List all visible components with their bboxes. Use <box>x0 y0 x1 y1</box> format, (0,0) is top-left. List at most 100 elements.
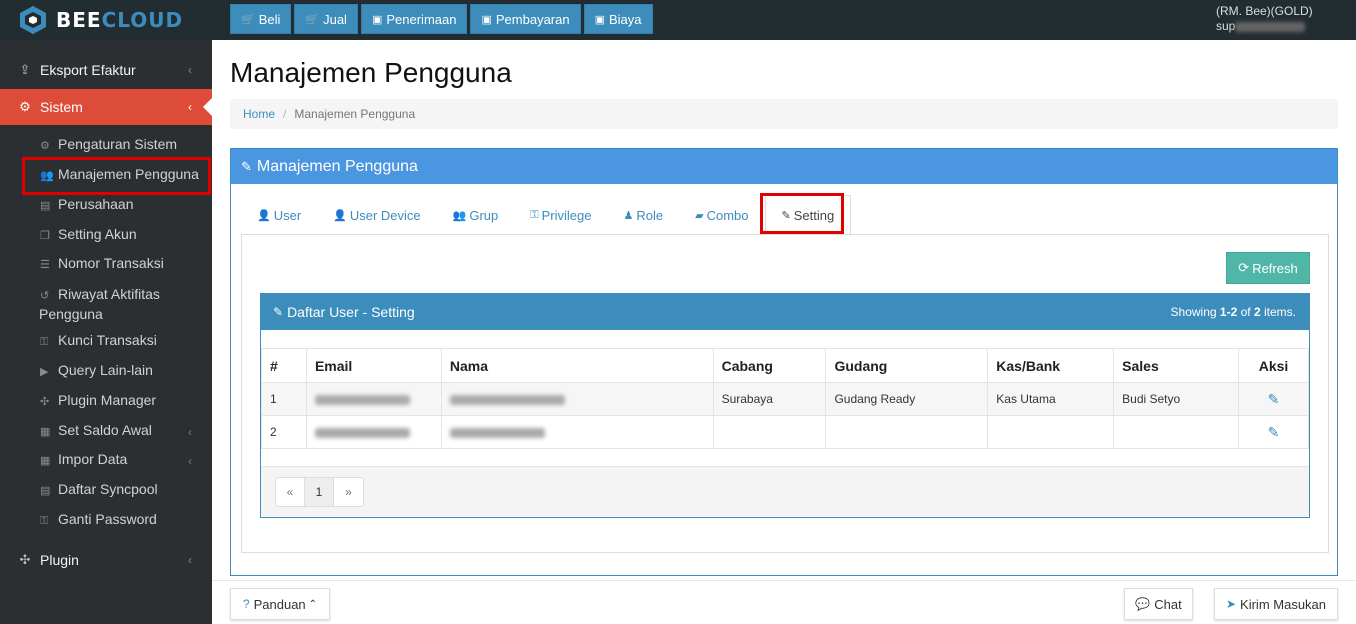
main-content: Manajemen Pengguna Home / Manajemen Peng… <box>212 40 1356 624</box>
breadcrumb-current: Manajemen Pengguna <box>294 107 416 121</box>
nav-penerimaan-button[interactable]: ▣ Penerimaan <box>360 4 468 34</box>
key-icon: ⚿ <box>40 515 49 527</box>
tab-grup[interactable]: 👥 Grup <box>437 195 515 235</box>
tab-content-setting: ⟳ Refresh ✎ Daftar User - Setting Showing … <box>241 234 1329 553</box>
top-nav-buttons: 🛒 Beli 🛒 Jual ▣ Penerimaan ▣ Pembayaran ▣ Bia… <box>230 4 653 34</box>
sidebar-sub-kunci-transaksi[interactable]: ⚿ Kunci Transaksi <box>0 332 212 349</box>
cell-aksi: ✎ <box>1238 415 1309 449</box>
money-icon: ▣ <box>371 13 383 26</box>
table-row: 1 Surabaya Gudang Ready Kas Utama Budi S… <box>261 382 1309 416</box>
col-header-no[interactable]: # <box>261 348 307 383</box>
sidebar-item-eksport-efaktur[interactable]: ⇪ Eksport Efaktur ‹ <box>0 57 212 83</box>
users-icon: 👥 <box>452 209 467 222</box>
col-header-kas-bank[interactable]: Kas/Bank <box>987 348 1115 383</box>
chevron-left-icon: ‹ <box>188 425 192 439</box>
sidebar-sub-nomor-transaksi[interactable]: ☰ Nomor Transaksi <box>0 255 212 271</box>
user-tie-icon: ♟ <box>623 209 634 222</box>
edit-icon: ✎ <box>273 305 284 319</box>
cell-no: 2 <box>261 415 307 449</box>
col-header-cabang[interactable]: Cabang <box>712 348 827 383</box>
cell-cabang <box>712 415 827 449</box>
cell-kas-bank <box>987 415 1115 449</box>
list-icon: ☰ <box>40 259 50 271</box>
cart-icon: 🛒 <box>305 13 320 26</box>
cell-email <box>305 382 442 416</box>
user-name: sup <box>1216 19 1313 34</box>
col-header-gudang[interactable]: Gudang <box>825 348 989 383</box>
cell-sales: Budi Setyo <box>1113 382 1239 416</box>
chat-button[interactable]: 💬 Chat <box>1124 588 1193 620</box>
top-navbar: BEECLOUD 🛒 Beli 🛒 Jual ▣ Penerimaan ▣ Pembay… <box>0 0 1356 40</box>
chevron-left-icon: ‹ <box>188 454 192 468</box>
sidebar-sub-perusahaan[interactable]: ▤ Perusahaan <box>0 196 212 212</box>
user-icon: 👤 <box>257 209 271 222</box>
nav-biaya-button[interactable]: ▣ Biaya <box>583 4 653 34</box>
refresh-button[interactable]: ⟳ Refresh <box>1226 252 1310 284</box>
col-header-aksi: Aksi <box>1238 348 1309 383</box>
page-title: Manajemen Pengguna <box>230 57 512 88</box>
sidebar-sub-plugin-manager[interactable]: ✣ Plugin Manager <box>0 392 212 408</box>
breadcrumb-home-link[interactable]: Home <box>243 107 275 121</box>
user-setting-list: ✎ Daftar User - Setting Showing 1-2 of 2 … <box>260 293 1310 518</box>
user-management-panel: ✎ Manajemen Pengguna 👤 User 👤 User Device 👥… <box>230 148 1338 576</box>
user-menu[interactable]: (RM. Bee)(GOLD) sup <box>1216 4 1313 34</box>
edit-pencil-icon[interactable]: ✎ <box>1268 391 1280 407</box>
pencil-icon: ✎ <box>241 158 252 174</box>
money-icon: ▣ <box>481 13 492 26</box>
sidebar-item-plugin[interactable]: ✣ Plugin ‹ <box>0 547 212 573</box>
sidebar-sub-daftar-syncpool[interactable]: ▤ Daftar Syncpool <box>0 481 212 497</box>
gear-icon: ⚙ <box>40 140 50 152</box>
gears-icon: ⚙ <box>19 99 31 114</box>
brand-name: BEECLOUD <box>56 8 184 32</box>
user-setting-table: # Email Nama Cabang Gudang Kas/Bank Sale… <box>261 348 1309 449</box>
col-header-sales[interactable]: Sales <box>1113 348 1239 383</box>
cell-nama <box>440 382 714 416</box>
play-icon: ▶ <box>40 366 49 378</box>
sidebar: ⇪ Eksport Efaktur ‹ ⚙ Sistem ‹ ⚙ Pengaturan S… <box>0 40 212 624</box>
sidebar-sub-ganti-password[interactable]: ⚿ Ganti Password <box>0 511 212 528</box>
col-header-email[interactable]: Email <box>305 348 442 383</box>
sidebar-sub-setting-akun[interactable]: ❐ Setting Akun <box>0 226 212 242</box>
sidebar-sub-set-saldo-awal[interactable]: ▦ Set Saldo Awal ‹ <box>0 422 212 439</box>
history-icon: ↺ <box>40 290 50 302</box>
brand-logo[interactable]: BEECLOUD <box>0 0 212 40</box>
pagination-prev[interactable]: « <box>276 478 305 506</box>
col-header-nama[interactable]: Nama <box>440 348 714 383</box>
sidebar-item-sistem[interactable]: ⚙ Sistem ‹ <box>0 89 212 125</box>
highlight-setting-tab <box>760 193 844 234</box>
tab-user-device[interactable]: 👤 User Device <box>317 195 437 235</box>
building-icon: ▤ <box>40 200 51 212</box>
paper-plane-icon: ➤ <box>1225 597 1237 611</box>
bottom-bar: ? Panduan ⌃ 💬 Chat ➤ Kirim Masukan <box>212 580 1356 624</box>
sidebar-sub-impor-data[interactable]: ▦ Impor Data ‹ <box>0 451 212 468</box>
sidebar-sub-query-lain-lain[interactable]: ▶ Query Lain-lain <box>0 362 212 378</box>
cell-kas-bank: Kas Utama <box>987 382 1115 416</box>
nav-beli-button[interactable]: 🛒 Beli <box>230 4 292 34</box>
showing-summary: Showing 1-2 of 2 items. <box>1170 305 1296 319</box>
refresh-icon: ⟳ <box>1238 260 1250 275</box>
pagination: « 1 » <box>275 477 364 507</box>
cell-gudang: Gudang Ready <box>825 382 989 416</box>
breadcrumb-separator: / <box>283 107 287 121</box>
tab-privilege[interactable]: ⚿ Privilege <box>514 195 607 235</box>
pagination-next[interactable]: » <box>334 478 363 506</box>
chevron-left-icon: ‹ <box>188 553 192 567</box>
tab-role[interactable]: ♟ Role <box>608 195 680 235</box>
money-icon: ▣ <box>594 13 605 26</box>
sidebar-sub-riwayat-aktifitas[interactable]: ↺ Riwayat Aktifitas Pengguna <box>0 285 212 323</box>
kirim-masukan-button[interactable]: ➤ Kirim Masukan <box>1214 588 1338 620</box>
tab-user[interactable]: 👤 User <box>241 195 317 235</box>
user-icon: 👤 <box>333 209 347 222</box>
pagination-page-1[interactable]: 1 <box>305 478 334 506</box>
nav-pembayaran-button[interactable]: ▣ Pembayaran <box>470 4 581 34</box>
chevron-up-icon: ⌃ <box>308 598 318 610</box>
sidebar-sub-pengaturan-sistem[interactable]: ⚙ Pengaturan Sistem <box>0 136 212 152</box>
cell-aksi: ✎ <box>1238 382 1309 416</box>
edit-pencil-icon[interactable]: ✎ <box>1268 424 1280 440</box>
calculator-icon: ▦ <box>40 426 51 438</box>
hexagon-logo-icon <box>20 6 46 34</box>
panduan-button[interactable]: ? Panduan ⌃ <box>230 588 330 620</box>
nav-jual-button[interactable]: 🛒 Jual <box>294 4 358 34</box>
tab-combo[interactable]: ▰ Combo <box>679 195 764 235</box>
breadcrumb: Home / Manajemen Pengguna <box>230 99 1338 129</box>
